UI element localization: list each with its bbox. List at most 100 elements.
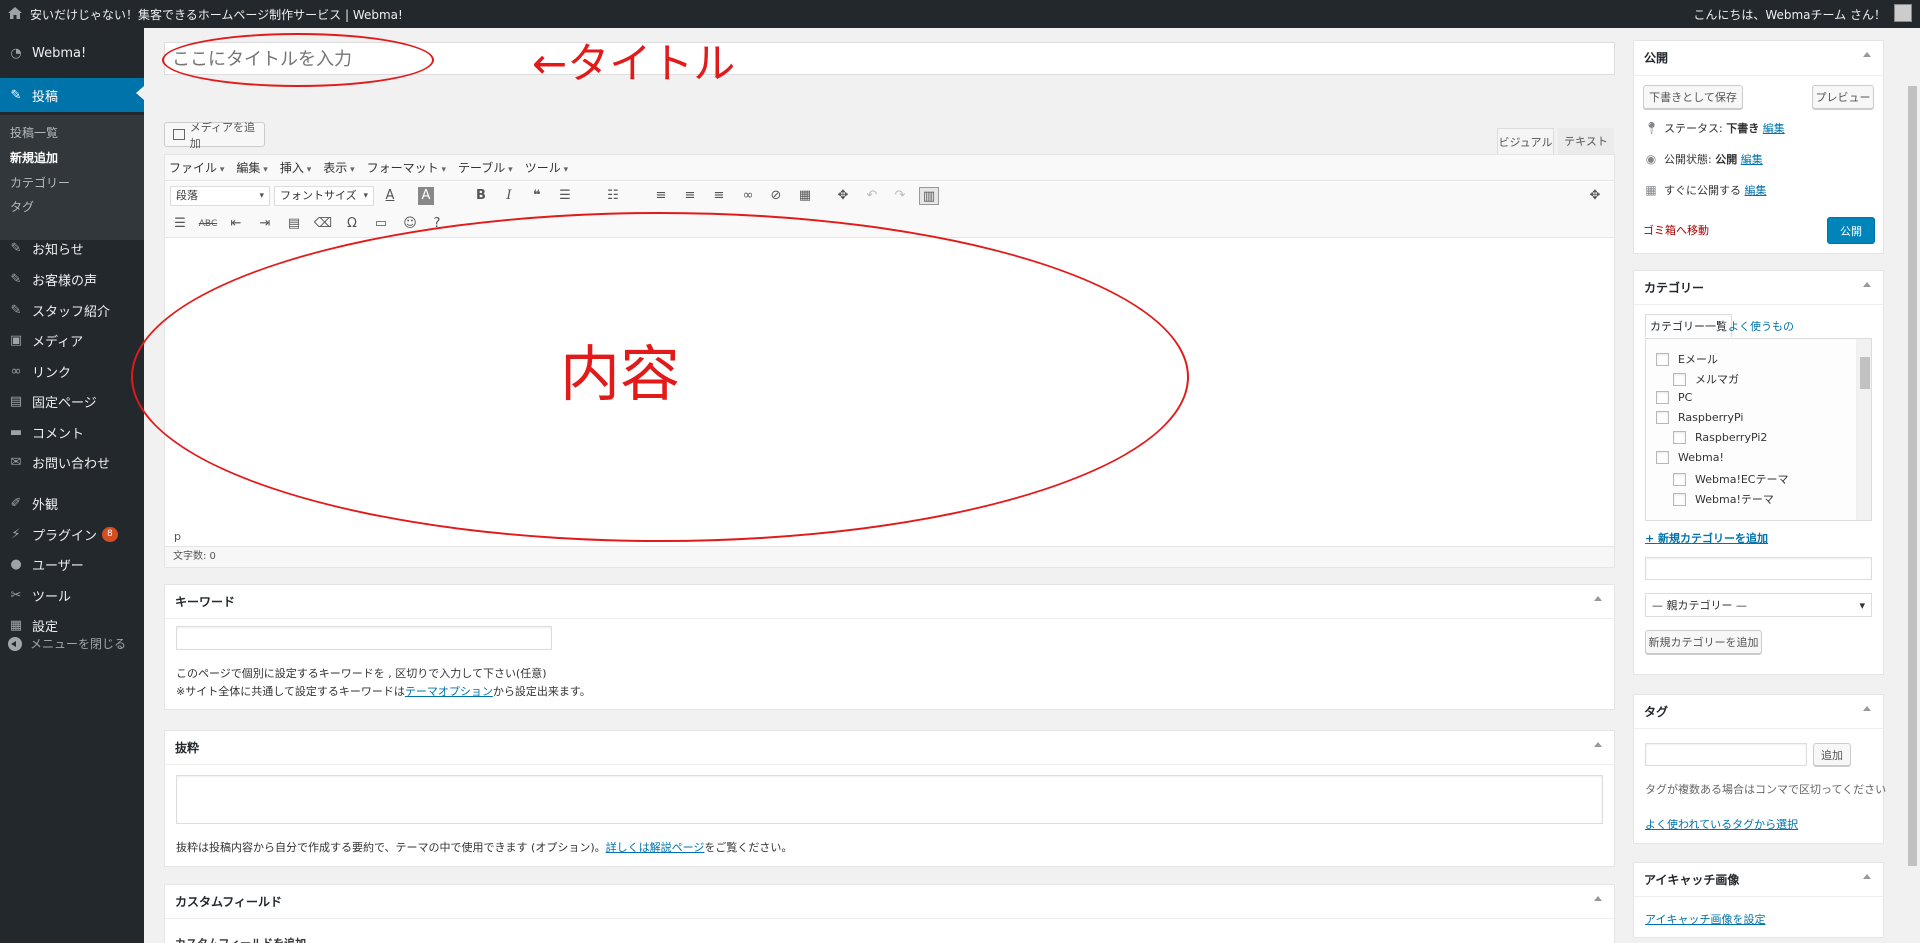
unlink-icon[interactable]: ⊘ — [766, 187, 786, 205]
tab-popular-categories[interactable]: よく使うもの — [1728, 318, 1794, 334]
align-left-icon[interactable]: ≡ — [651, 187, 671, 205]
add-media-button[interactable]: メディアを追加 — [164, 121, 265, 150]
sidebar-item-pages[interactable]: ▤ 固定ページ — [0, 386, 144, 416]
category-scrollbar[interactable] — [1856, 339, 1871, 520]
special-character-icon[interactable]: Ω — [342, 215, 362, 233]
sidebar-item-tools[interactable]: ✂ ツール — [0, 580, 144, 610]
tab-visual[interactable]: ビジュアル — [1497, 128, 1554, 154]
link-icon[interactable]: ∞ — [738, 187, 758, 205]
scrollbar-thumb[interactable] — [1860, 357, 1870, 389]
indent-icon[interactable]: ⇥ — [255, 215, 275, 233]
clear-formatting-icon[interactable]: ⌫ — [313, 215, 333, 233]
undo-icon[interactable]: ↶ — [862, 187, 882, 205]
excerpt-postbox-title[interactable]: 抜粋 — [165, 731, 1614, 765]
category-item[interactable]: RaspberryPi2 — [1673, 431, 1767, 444]
category-item[interactable]: Webma!ECテーマ — [1673, 471, 1788, 487]
checkbox[interactable] — [1656, 352, 1669, 366]
read-more-icon[interactable]: ▭ — [371, 215, 391, 233]
toggle-panel-icon[interactable] — [1594, 596, 1602, 601]
publish-button[interactable]: 公開 — [1827, 217, 1875, 244]
strikethrough-icon[interactable]: ABC — [198, 215, 218, 233]
custom-fields-title[interactable]: カスタムフィールド — [165, 885, 1614, 919]
category-item[interactable]: Eメール — [1656, 351, 1718, 367]
sidebar-item-news[interactable]: ✎ お知らせ — [0, 233, 144, 263]
edit-status-link[interactable]: 編集 — [1763, 120, 1785, 136]
add-category-button[interactable]: 新規カテゴリーを追加 — [1645, 630, 1762, 654]
featured-image-title[interactable]: アイキャッチ画像 — [1634, 863, 1883, 897]
checkbox[interactable] — [1673, 472, 1686, 486]
text-color-icon[interactable]: A — [380, 187, 400, 205]
category-item[interactable]: メルマガ — [1673, 371, 1739, 387]
excerpt-textarea[interactable] — [176, 775, 1603, 824]
publish-title[interactable]: 公開 — [1634, 41, 1883, 76]
checkbox[interactable] — [1656, 451, 1669, 464]
sidebar-item-contact[interactable]: ✉ お問い合わせ — [0, 447, 144, 477]
menu-table[interactable]: テーブル — [458, 159, 513, 176]
avatar[interactable] — [1894, 4, 1912, 22]
excerpt-help-link[interactable]: 詳しくは解説ページ — [606, 841, 705, 854]
distraction-free-icon[interactable]: ✥ — [1585, 187, 1605, 205]
checkbox[interactable] — [1673, 492, 1686, 506]
tags-title[interactable]: タグ — [1634, 695, 1883, 729]
numbered-list-icon[interactable]: ☷ — [603, 187, 623, 205]
background-color-icon[interactable]: A — [418, 187, 434, 205]
toggle-panel-icon[interactable] — [1594, 742, 1602, 747]
page-scrollbar[interactable] — [1904, 28, 1920, 943]
trash-link[interactable]: ゴミ箱へ移動 — [1643, 222, 1709, 238]
categories-title[interactable]: カテゴリー — [1634, 271, 1883, 305]
align-right-icon[interactable]: ≡ — [709, 187, 729, 205]
editor-path[interactable]: p — [174, 530, 181, 543]
menu-view[interactable]: 表示 — [323, 159, 354, 176]
toggle-panel-icon[interactable] — [1863, 706, 1871, 711]
italic-icon[interactable]: I — [499, 187, 519, 205]
checkbox[interactable] — [1656, 391, 1669, 404]
outdent-icon[interactable]: ⇤ — [226, 215, 246, 233]
collapse-menu-button[interactable]: メニューを閉じる — [8, 635, 126, 652]
table-icon[interactable]: ▦ — [795, 187, 815, 205]
menu-file[interactable]: ファイル — [169, 159, 224, 176]
menu-format[interactable]: フォーマット — [367, 159, 446, 176]
bold-icon[interactable]: B — [471, 187, 491, 205]
parent-category-select[interactable]: — 親カテゴリー — — [1645, 593, 1872, 617]
sidebar-item-users[interactable]: ● ユーザー — [0, 549, 144, 579]
tab-all-categories[interactable]: カテゴリー一覧 — [1645, 314, 1732, 337]
theme-options-link[interactable]: テーマオプション — [405, 685, 493, 698]
submenu-all-posts[interactable]: 投稿一覧 — [10, 124, 58, 141]
redo-icon[interactable]: ↷ — [890, 187, 910, 205]
category-item[interactable]: Webma! — [1656, 451, 1724, 464]
home-icon[interactable] — [8, 7, 22, 19]
align-center-icon[interactable]: ≡ — [680, 187, 700, 205]
save-draft-button[interactable]: 下書きとして保存 — [1643, 85, 1743, 109]
add-new-category-link[interactable]: + 新規カテゴリーを追加 — [1645, 530, 1768, 546]
sidebar-item-plugins[interactable]: ⚡ プラグイン 8 — [0, 519, 144, 549]
checkbox[interactable] — [1673, 372, 1686, 386]
tab-text[interactable]: テキスト — [1558, 128, 1614, 154]
horizontal-rule-icon[interactable]: ☰ — [170, 215, 190, 233]
category-item[interactable]: RaspberryPi — [1656, 411, 1743, 424]
format-select[interactable]: 段落 — [170, 186, 270, 206]
fullscreen-icon[interactable]: ✥ — [833, 187, 853, 205]
toggle-panel-icon[interactable] — [1863, 282, 1871, 287]
sidebar-item-appearance[interactable]: ✐ 外観 — [0, 488, 144, 518]
checkbox[interactable] — [1673, 431, 1686, 444]
toggle-panel-icon[interactable] — [1594, 896, 1602, 901]
sidebar-item-comments[interactable]: ▬ コメント — [0, 417, 144, 447]
category-item[interactable]: Webma!テーマ — [1673, 491, 1774, 507]
new-category-input[interactable] — [1645, 557, 1872, 580]
fontsize-select[interactable]: フォントサイズ — [274, 186, 374, 206]
menu-edit[interactable]: 編集 — [236, 159, 267, 176]
howdy-text[interactable]: こんにちは、Webmaチーム さん！ — [1693, 6, 1886, 23]
submenu-categories[interactable]: カテゴリー — [10, 174, 70, 191]
toolbar-toggle-icon[interactable]: ▥ — [919, 187, 939, 205]
sidebar-item-staff[interactable]: ✎ スタッフ紹介 — [0, 295, 144, 325]
blockquote-icon[interactable]: ❝ — [527, 187, 547, 205]
submenu-add-new[interactable]: 新規追加 — [10, 149, 58, 166]
edit-schedule-link[interactable]: 編集 — [1745, 182, 1767, 198]
sidebar-item-posts[interactable]: ✎ 投稿 — [0, 78, 144, 112]
site-name-link[interactable]: 安いだけじゃない！集客できるホームページ制作サービス | Webma! — [30, 6, 403, 23]
checkbox[interactable] — [1656, 411, 1669, 424]
add-tag-button[interactable]: 追加 — [1813, 743, 1851, 766]
popular-tags-link[interactable]: よく使われているタグから選択 — [1645, 816, 1798, 832]
page-scrollbar-thumb[interactable] — [1908, 86, 1917, 866]
category-item[interactable]: PC — [1656, 391, 1692, 404]
